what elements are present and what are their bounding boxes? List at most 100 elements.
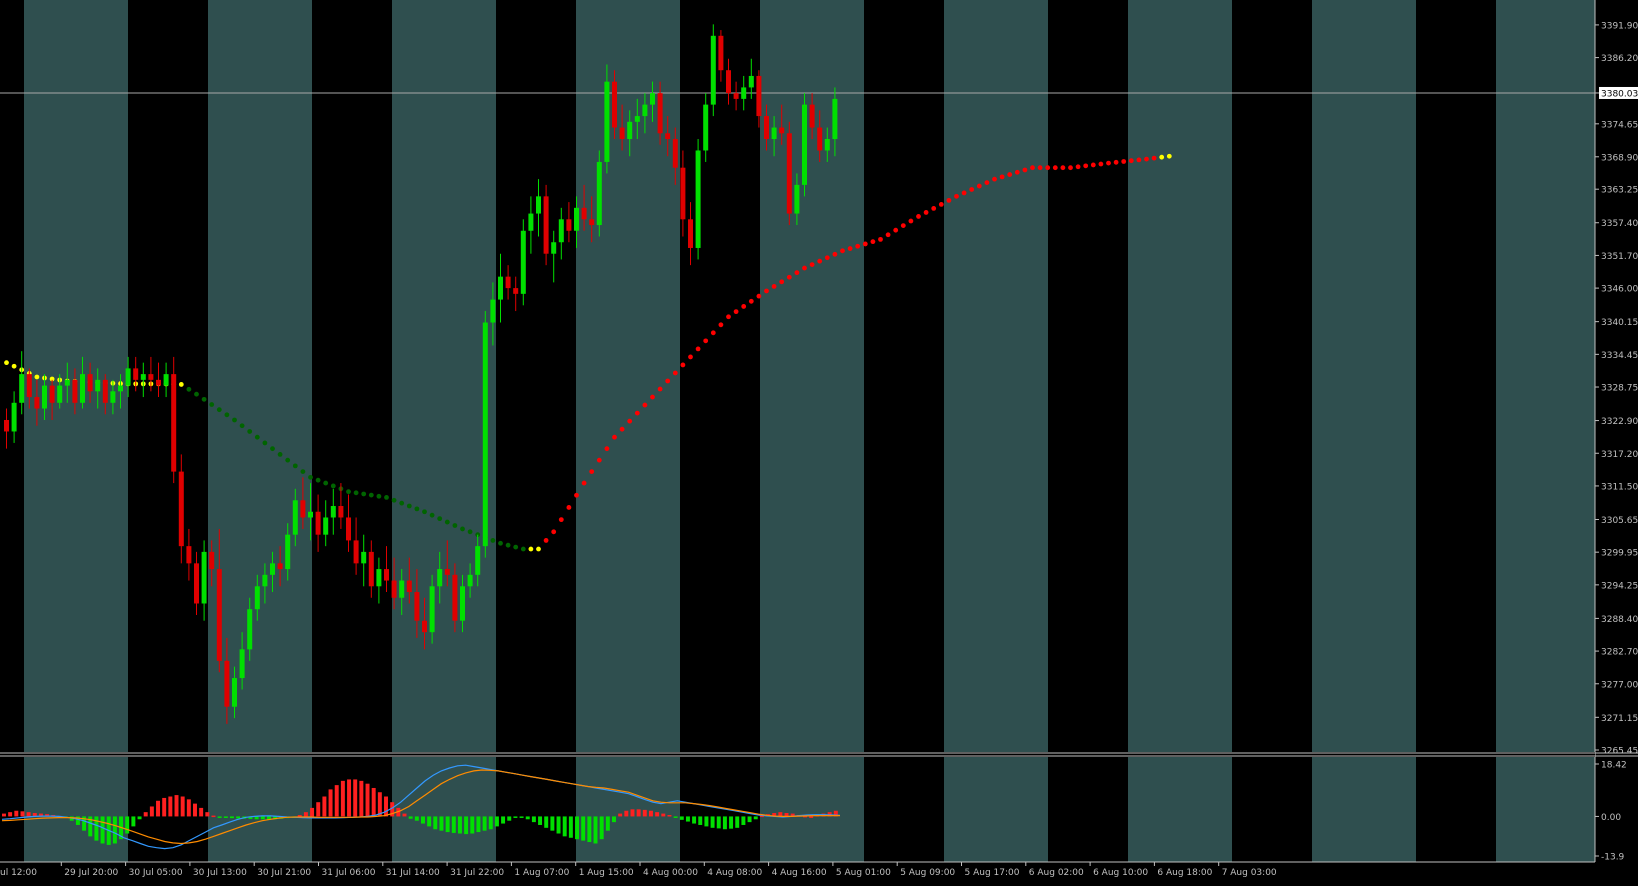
ma-dot — [672, 370, 678, 376]
ma-dot — [680, 362, 686, 368]
ma-dot — [178, 382, 184, 387]
osc-band-dark — [0, 757, 24, 862]
candle-bull — [270, 563, 275, 575]
ma-dot — [330, 483, 336, 489]
histogram-bar-negative — [550, 816, 555, 831]
candle-bear — [414, 592, 420, 621]
ma-dot — [308, 474, 313, 480]
ma-dot — [771, 283, 777, 289]
candle-bear — [216, 569, 222, 661]
ma-dot — [467, 529, 473, 535]
ma-dot — [984, 180, 990, 185]
ma-dot — [1151, 155, 1157, 161]
ma-dot — [216, 407, 222, 413]
ma-dot — [900, 223, 906, 229]
histogram-bar-positive — [334, 785, 339, 817]
price-tick-label: 3305.65 — [1601, 516, 1638, 526]
histogram-bar-negative — [575, 816, 580, 840]
ma-dot — [1037, 165, 1043, 171]
ma-dot — [695, 346, 701, 352]
candle-bull — [42, 385, 47, 409]
ma-dot — [718, 322, 724, 328]
price-axis: 3391.90 3386.20 3380.03 3374.65 3368.90 3363.… — [1594, 0, 1638, 882]
price-tick-label: 3265.45 — [1601, 747, 1638, 757]
time-tick-label: 6 Aug 10:00 — [1093, 868, 1148, 878]
ma-dot — [558, 517, 564, 523]
osc-band-light — [392, 757, 496, 862]
histogram-bar-negative — [125, 816, 130, 834]
histogram-bar-positive — [384, 796, 388, 817]
ma-dot — [505, 542, 511, 548]
histogram-bar-negative — [421, 816, 425, 824]
histogram-bar-negative — [519, 816, 524, 818]
session-band-dark — [864, 0, 944, 752]
chart-container: 3391.90 3386.20 3380.03 3374.65 3368.90 3363.… — [0, 0, 1638, 882]
candle-bull — [498, 276, 503, 300]
price-tick-label: 3328.75 — [1601, 384, 1638, 394]
histogram-bar-positive — [156, 800, 161, 817]
ma-dot — [262, 440, 268, 446]
histogram-bar-positive — [630, 809, 635, 817]
candle-bear — [665, 133, 671, 140]
candle-bull — [399, 580, 405, 598]
ma-dot — [300, 469, 306, 475]
time-tick-label: 31 Jul 06:00 — [322, 868, 376, 878]
ma-dot — [346, 489, 351, 495]
ma-dot — [520, 546, 526, 552]
price-tick-label: 3282.70 — [1601, 648, 1638, 658]
ma-dot — [254, 434, 260, 440]
ma-dot — [574, 492, 579, 498]
ma-dot — [1007, 172, 1013, 177]
histogram-bar-negative — [513, 816, 518, 818]
osc-band-light — [208, 757, 312, 862]
candle-bull — [232, 678, 237, 707]
candle-bear — [680, 167, 686, 220]
ma-dot — [1045, 165, 1051, 171]
price-tick-label: 3368.90 — [1601, 153, 1638, 163]
candle-bull — [361, 551, 367, 564]
histogram-bar-positive — [371, 787, 376, 817]
ma-dot — [1090, 162, 1096, 168]
ma-dot — [840, 248, 845, 254]
ma-dot — [657, 386, 663, 392]
osc-band-light — [760, 757, 864, 862]
ma-dot — [786, 274, 792, 280]
histogram-bar-positive — [642, 809, 647, 817]
ma-dot — [908, 218, 914, 224]
session-band-dark — [1232, 0, 1312, 752]
session-band-dark — [496, 0, 576, 752]
ma-dot — [969, 187, 975, 192]
candle-bear — [657, 93, 663, 134]
osc-band-dark — [864, 757, 944, 862]
candle-bear — [171, 374, 177, 472]
candle-bull — [695, 150, 701, 248]
ma-dot — [992, 176, 997, 182]
ma-dot — [551, 529, 557, 535]
ma-dot — [923, 210, 929, 215]
candle-bull — [574, 207, 579, 231]
candle-bear — [148, 374, 154, 380]
candle-bear — [733, 93, 739, 99]
candle-bear — [513, 288, 519, 294]
ma-dot — [528, 546, 534, 552]
price-tick-label: 3386.20 — [1601, 54, 1638, 64]
candle-bull — [596, 161, 602, 226]
time-tick-label: 7 Aug 03:00 — [1222, 868, 1277, 878]
candle-bear — [566, 219, 572, 231]
candle-bear — [505, 276, 511, 289]
candle-bear — [224, 660, 230, 707]
candle-bull — [642, 104, 648, 117]
candle-bull — [802, 104, 807, 185]
time-tick-label: 4 Aug 00:00 — [643, 868, 698, 878]
ma-dot — [1083, 163, 1089, 169]
candle-bull — [824, 139, 830, 151]
candle-bull — [376, 569, 382, 587]
histogram-bar-positive — [297, 815, 302, 817]
ma-dot — [741, 304, 747, 309]
osc-band-light — [1496, 757, 1595, 862]
candle-bear — [809, 104, 815, 128]
candle-bear — [49, 385, 55, 403]
histogram-bar-positive — [205, 812, 210, 817]
ma-dot — [832, 251, 838, 257]
histogram-bar-negative — [587, 816, 592, 843]
